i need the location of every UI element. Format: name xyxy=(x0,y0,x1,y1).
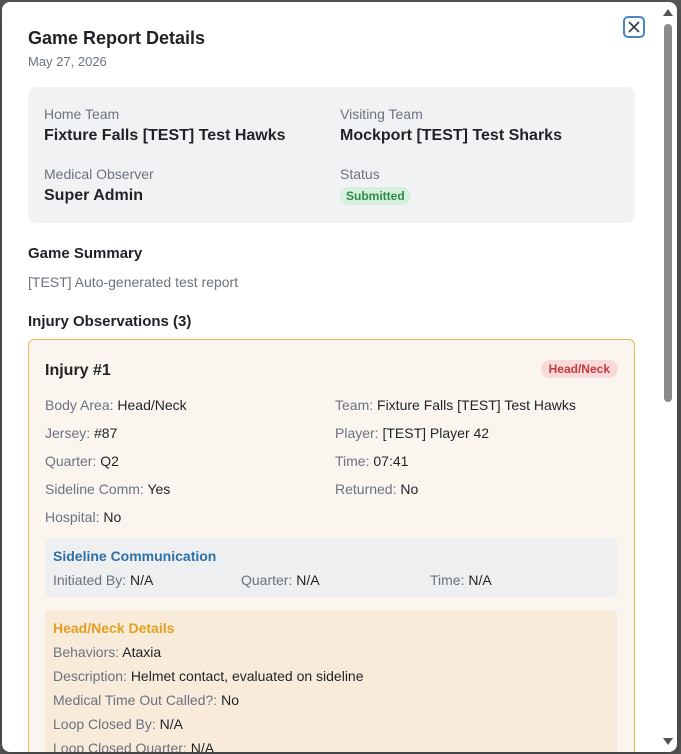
report-date: May 27, 2026 xyxy=(28,54,107,69)
home-team-value: Fixture Falls [TEST] Test Hawks xyxy=(44,127,286,144)
initiated-by-label: Initiated By: xyxy=(53,572,127,588)
sideline-communication-section: Sideline Communication Initiated By: N/A… xyxy=(45,538,617,597)
modal-title: Game Report Details xyxy=(28,28,206,48)
team-label: Team: xyxy=(335,397,374,413)
sideline-quarter-field: Quarter: N/A xyxy=(241,572,320,588)
medical-timeout-value: No xyxy=(221,692,239,708)
loop-closed-by-label: Loop Closed By: xyxy=(53,716,156,732)
sideline-communication-title: Sideline Communication xyxy=(53,548,217,564)
behaviors-value: Ataxia xyxy=(122,644,162,660)
status-badge: Submitted xyxy=(340,187,411,205)
sideline-time-label: Time: xyxy=(430,572,465,588)
behaviors-field: Behaviors: Ataxia xyxy=(53,644,161,660)
hospital-field: Hospital: No xyxy=(45,509,121,525)
time-field: Time: 07:41 xyxy=(335,453,408,469)
sideline-quarter-label: Quarter: xyxy=(241,572,293,588)
vertical-scrollbar[interactable] xyxy=(660,6,676,748)
player-field: Player: [TEST] Player 42 xyxy=(335,425,489,441)
loop-closed-by-field: Loop Closed By: N/A xyxy=(53,716,183,732)
medical-timeout-label: Medical Time Out Called?: xyxy=(53,692,218,708)
medical-observer-label: Medical Observer xyxy=(44,166,154,182)
jersey-label: Jersey: xyxy=(45,425,91,441)
medical-observer-value: Super Admin xyxy=(44,187,143,204)
description-value: Helmet contact, evaluated on sideline xyxy=(130,668,364,684)
returned-value: No xyxy=(400,481,419,497)
jersey-value: #87 xyxy=(94,425,118,441)
loop-closed-quarter-value: N/A xyxy=(190,740,215,752)
team-field: Team: Fixture Falls [TEST] Test Hawks xyxy=(335,397,576,413)
game-summary-text: [TEST] Auto-generated test report xyxy=(28,274,239,290)
body-area-value: Head/Neck xyxy=(117,397,187,413)
returned-label: Returned: xyxy=(335,481,397,497)
loop-closed-by-value: N/A xyxy=(159,716,183,732)
close-icon xyxy=(628,21,640,33)
game-report-modal: Game Report Details May 27, 2026 Home Te… xyxy=(2,2,677,752)
home-team-label: Home Team xyxy=(44,106,120,122)
jersey-field: Jersey: #87 xyxy=(45,425,117,441)
quarter-value: Q2 xyxy=(100,453,119,469)
team-value: Fixture Falls [TEST] Test Hawks xyxy=(377,397,576,413)
scroll-up-arrow-icon[interactable] xyxy=(663,9,673,16)
sideline-time-value: N/A xyxy=(468,572,492,588)
injury-type-badge: Head/Neck xyxy=(540,360,618,378)
initiated-by-field: Initiated By: N/A xyxy=(53,572,153,588)
hospital-value: No xyxy=(103,509,122,525)
close-button[interactable] xyxy=(623,16,645,38)
status-label: Status xyxy=(340,166,380,182)
player-value: [TEST] Player 42 xyxy=(382,425,490,441)
scrollbar-thumb[interactable] xyxy=(664,24,672,402)
scroll-down-arrow-icon[interactable] xyxy=(663,738,673,745)
body-area-label: Body Area: xyxy=(45,397,114,413)
head-neck-details-section: Head/Neck Details Behaviors: Ataxia Desc… xyxy=(45,610,617,752)
sideline-quarter-value: N/A xyxy=(296,572,320,588)
medical-timeout-field: Medical Time Out Called?: No xyxy=(53,692,239,708)
initiated-by-value: N/A xyxy=(130,572,154,588)
sideline-comm-field: Sideline Comm: Yes xyxy=(45,481,170,497)
loop-closed-quarter-field: Loop Closed Quarter: N/A xyxy=(53,740,214,752)
visiting-team-value: Mockport [TEST] Test Sharks xyxy=(340,127,562,144)
game-info-card: Home Team Fixture Falls [TEST] Test Hawk… xyxy=(28,87,635,223)
loop-closed-quarter-label: Loop Closed Quarter: xyxy=(53,740,187,752)
time-label: Time: xyxy=(335,453,370,469)
description-field: Description: Helmet contact, evaluated o… xyxy=(53,668,364,684)
sideline-comm-label: Sideline Comm: xyxy=(45,481,144,497)
visiting-team-label: Visiting Team xyxy=(340,106,423,122)
hospital-label: Hospital: xyxy=(45,509,100,525)
injury-card: Injury #1 Head/Neck Body Area: Head/Neck… xyxy=(28,339,635,752)
body-area-field: Body Area: Head/Neck xyxy=(45,397,187,413)
injury-observations-title: Injury Observations (3) xyxy=(28,313,192,330)
quarter-label: Quarter: xyxy=(45,453,97,469)
returned-field: Returned: No xyxy=(335,481,418,497)
behaviors-label: Behaviors: xyxy=(53,644,120,660)
time-value: 07:41 xyxy=(373,453,409,469)
player-label: Player: xyxy=(335,425,379,441)
game-summary-title: Game Summary xyxy=(28,245,143,262)
description-label: Description: xyxy=(53,668,127,684)
sideline-comm-value: Yes xyxy=(147,481,171,497)
injury-title: Injury #1 xyxy=(45,362,111,379)
sideline-time-field: Time: N/A xyxy=(430,572,492,588)
head-neck-details-title: Head/Neck Details xyxy=(53,620,175,636)
quarter-field: Quarter: Q2 xyxy=(45,453,119,469)
